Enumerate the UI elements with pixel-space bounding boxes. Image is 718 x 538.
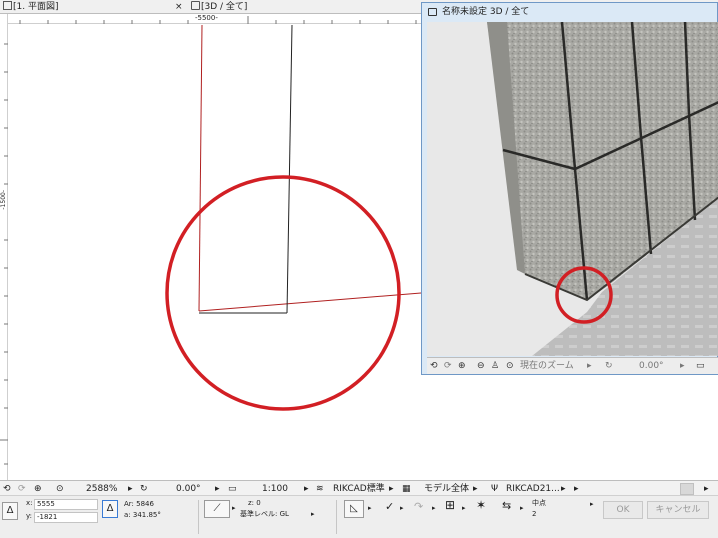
plan-wall-line-black xyxy=(286,25,293,314)
3d-scene-render xyxy=(427,22,718,356)
guideline-dropdown[interactable]: ▸ xyxy=(368,504,372,513)
status-scroll-right[interactable]: ▸ xyxy=(574,481,579,497)
scale-dropdown[interactable]: ▸ xyxy=(304,481,309,497)
status-bar: ⟲ ⟳ ⊕ ⊙ 2588% ▸ ↻ 0.00° ▸ ▭ 1:100 ▸ ≋ RI… xyxy=(0,480,718,496)
pen-set[interactable]: RIKCAD21... xyxy=(506,481,560,497)
zoom-in-icon[interactable]: ⊕ xyxy=(34,481,42,497)
undo-zoom-icon[interactable]: ⟲ xyxy=(3,481,11,497)
line-tool-dropdown[interactable]: ▸ xyxy=(232,504,236,513)
tab-3d[interactable]: [3D / 全て] xyxy=(191,0,247,14)
3d-angle-value[interactable]: 0.00° xyxy=(639,358,664,375)
zoom-fit-icon[interactable]: ⊙ xyxy=(506,358,514,375)
drawing-scale[interactable]: 1:100 xyxy=(262,481,288,497)
tab-floor-plan-label: [1. 平面図] xyxy=(13,2,59,12)
magic-wand-icon[interactable]: ✶ xyxy=(476,499,486,511)
3d-window-title: 名称未設定 3D / 全て xyxy=(442,7,530,17)
model-view-option[interactable]: モデル全体 xyxy=(424,481,469,497)
pen-set-icon[interactable]: Ψ xyxy=(491,481,498,497)
left-ruler-ticks xyxy=(0,43,8,465)
check-dropdown[interactable]: ▸ xyxy=(400,504,404,513)
layer-combination[interactable]: RIKCAD標準 xyxy=(333,481,385,497)
guideline-icon[interactable]: ◺ xyxy=(344,500,364,518)
annotation-circle-plan xyxy=(165,175,401,411)
top-ruler-ticks xyxy=(19,16,417,24)
3d-window-titlebar[interactable]: 名称未設定 3D / 全て xyxy=(422,3,717,21)
separator xyxy=(198,500,199,534)
zoom-dropdown[interactable]: ▸ xyxy=(128,481,133,497)
layer-dropdown[interactable]: ▸ xyxy=(389,481,394,497)
view-angle[interactable]: 0.00° xyxy=(176,481,201,497)
layer-icon[interactable]: ≋ xyxy=(316,481,324,497)
horizontal-scrollbar-thumb[interactable] xyxy=(680,483,694,495)
snap-grid-dropdown[interactable]: ▸ xyxy=(462,504,466,513)
y-prefix: y: xyxy=(26,512,32,520)
line-tool-icon[interactable]: ⟋ xyxy=(204,500,230,518)
snap-grid-icon[interactable]: ⊞ xyxy=(445,499,455,511)
scale-icon[interactable]: ▭ xyxy=(228,481,237,497)
snap-mode-dropdown[interactable]: ▸ xyxy=(590,500,594,509)
orbit-reverse-icon[interactable]: ⟳ xyxy=(444,358,452,375)
redo-dropdown[interactable]: ▸ xyxy=(432,504,436,513)
snap-mode-label[interactable]: 中点 xyxy=(532,499,546,508)
pen-dropdown[interactable]: ▸ xyxy=(561,481,566,497)
ok-button[interactable]: OK xyxy=(603,501,643,519)
angle-dropdown[interactable]: ▸ xyxy=(215,481,220,497)
z-value[interactable]: z: 0 xyxy=(248,499,261,508)
scroll-right-arrow[interactable]: ▸ xyxy=(704,481,709,497)
left-ruler: -1500- xyxy=(0,14,8,480)
check-icon[interactable]: ✓ xyxy=(385,501,394,512)
plan-wall-line-red xyxy=(198,25,203,312)
walk-icon[interactable]: ♙ xyxy=(491,358,499,375)
orbit-icon[interactable]: ⟲ xyxy=(430,358,438,375)
plan-wall-line-red-horizontal xyxy=(198,292,422,312)
top-ruler: -5500- xyxy=(8,14,428,24)
reference-level-dropdown[interactable]: ▸ xyxy=(311,510,315,519)
angle-dropdown-icon[interactable]: ▸ xyxy=(680,358,685,375)
angle-value[interactable]: a: 341.85° xyxy=(124,511,161,520)
delta-toggle-icon[interactable]: Δ xyxy=(2,502,18,520)
reference-level[interactable]: 基準レベル: GL xyxy=(240,510,289,519)
y-coordinate-value: -1821 xyxy=(37,513,58,521)
pan-icon[interactable]: ⊖ xyxy=(477,358,485,375)
cancel-button[interactable]: キャンセル xyxy=(647,501,709,519)
left-ruler-label: -1500- xyxy=(0,190,7,210)
snap-guide-dropdown[interactable]: ▸ xyxy=(520,504,524,513)
cube-icon xyxy=(191,1,200,10)
tab-floor-plan[interactable]: [1. 平面図] xyxy=(3,0,58,14)
view-scale-icon[interactable]: ▭ xyxy=(696,358,705,375)
top-ruler-label: -5500- xyxy=(195,14,218,22)
window-icon xyxy=(428,8,437,16)
snap-divisions[interactable]: 2 xyxy=(532,510,536,519)
3d-window-toolbar: ⟲ ⟳ ⊕ ⊖ ♙ ⊙ 現在のズーム ▸ ↻ 0.00° ▸ ▭ xyxy=(427,357,718,374)
snap-guide-icon[interactable]: ⇆ xyxy=(502,500,511,511)
3d-viewport[interactable] xyxy=(427,22,718,356)
zoom-dropdown-icon[interactable]: ▸ xyxy=(587,358,592,375)
ar-value[interactable]: Ar: 5846 xyxy=(124,500,154,509)
rotate-icon[interactable]: ↻ xyxy=(605,358,613,375)
floor-plan-icon xyxy=(3,1,12,10)
tab-3d-label: [3D / 全て] xyxy=(201,2,248,12)
x-coordinate-value: 5555 xyxy=(37,500,55,508)
redo-zoom-icon[interactable]: ⟳ xyxy=(18,481,26,497)
rotate-view-icon[interactable]: ↻ xyxy=(140,481,148,497)
model-dropdown[interactable]: ▸ xyxy=(473,481,478,497)
zoom-icon[interactable]: ⊕ xyxy=(458,358,466,375)
separator xyxy=(336,500,337,534)
zoom-level[interactable]: 2588% xyxy=(86,481,117,497)
model-view-icon[interactable]: ▦ xyxy=(402,481,411,497)
close-tab-icon[interactable]: × xyxy=(175,0,183,14)
redo-icon[interactable]: ↷ xyxy=(414,501,423,512)
relative-toggle-icon[interactable]: Δ xyxy=(102,500,118,518)
zoom-fit-icon-plan[interactable]: ⊙ xyxy=(56,481,64,497)
x-prefix: x: xyxy=(26,499,33,507)
3d-window[interactable]: 名称未設定 3D / 全て ⟲ ⟳ ⊕ ⊖ ♙ ⊙ 現在のズーム ▸ ↻ 0.0… xyxy=(421,2,718,375)
current-zoom-label[interactable]: 現在のズーム xyxy=(520,358,574,375)
